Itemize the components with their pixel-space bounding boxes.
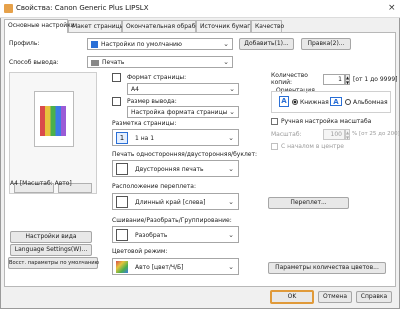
view-settings-button[interactable]: Настройки вида	[10, 231, 92, 243]
paper-icon	[112, 73, 121, 82]
stapling-select[interactable]: Разобрать ⌄	[112, 226, 239, 243]
portrait-icon: A	[279, 96, 289, 107]
chevron-down-icon: ⌄	[229, 85, 235, 93]
copies-spinner[interactable]: ▲ ▼	[345, 74, 350, 85]
paper-format-value: A4	[131, 86, 139, 93]
preview-caption: A4 [Масштаб: Авто]	[10, 180, 72, 187]
close-icon[interactable]: ×	[388, 3, 396, 13]
manual-scaling-label: Ручная настройка масштаба	[281, 118, 372, 125]
help-button[interactable]: Справка	[356, 291, 392, 303]
chevron-down-icon: ⌄	[223, 40, 229, 48]
color-mode-value: Авто [цвет/Ч/Б]	[135, 264, 184, 271]
profile-add-button[interactable]: Добавить(1)...	[239, 38, 294, 50]
page-preview	[9, 72, 97, 194]
window-title: Свойства: Canon Generic Plus LIPSLX	[16, 4, 149, 12]
scale-label: Масштаб:	[271, 131, 302, 138]
profile-icon	[91, 41, 98, 48]
binding-select[interactable]: Длинный край [слева] ⌄	[112, 193, 239, 210]
printer-icon	[4, 4, 13, 13]
printer-small-icon	[91, 59, 99, 66]
output-size-label: Размер вывода:	[127, 98, 177, 105]
restore-defaults-button[interactable]: Восст. параметры по умолчанию	[8, 257, 99, 269]
color-count-button[interactable]: Параметры количества цветов...	[268, 262, 386, 274]
scale-range: % [от 25 до 200]	[352, 131, 400, 137]
scale-spinner[interactable]: ▲ ▼	[345, 129, 350, 140]
tab-paper-source[interactable]: Источник бумаги	[196, 20, 254, 32]
output-size-icon	[112, 97, 121, 106]
paper-format-label: Формат страницы:	[127, 74, 187, 81]
binding-label: Расположение переплета:	[112, 183, 196, 190]
output-select[interactable]: Печать ⌄	[87, 56, 233, 68]
chevron-down-icon: ⌄	[223, 58, 229, 66]
output-value: Печать	[102, 59, 125, 66]
layout-value: 1 на 1	[135, 135, 155, 142]
center-label: С началом в центре	[281, 143, 344, 150]
profile-value: Настройки по умолчанию	[101, 41, 182, 48]
landscape-label: Альбомная	[353, 99, 388, 106]
color-mode-select[interactable]: Авто [цвет/Ч/Б] ⌄	[112, 258, 239, 275]
cancel-button[interactable]: Отмена	[318, 291, 352, 303]
ok-button[interactable]: OK	[270, 290, 314, 304]
manual-scaling-checkbox[interactable]	[271, 118, 278, 125]
preview-page	[34, 91, 74, 147]
stapling-label: Сшивание/Разобрать/Группирование:	[112, 217, 232, 224]
copies-range: [от 1 до 9999]	[353, 76, 398, 83]
portrait-radio[interactable]	[292, 99, 298, 105]
duplex-select[interactable]: Двусторонняя печать ⌄	[112, 160, 239, 177]
tab-basic[interactable]: Основные настройки	[4, 19, 75, 33]
paper-format-select[interactable]: A4 ⌄	[127, 83, 239, 95]
color-mode-label: Цветовой режим:	[112, 248, 168, 255]
output-size-value: Настройка формата страницы	[131, 109, 228, 116]
binding-button[interactable]: Переплет...	[268, 197, 349, 209]
collate-icon	[116, 229, 128, 241]
title-bar: Свойства: Canon Generic Plus LIPSLX ×	[0, 0, 400, 18]
profile-label: Профиль:	[9, 40, 40, 47]
chevron-down-icon: ⌄	[228, 263, 234, 271]
chevron-down-icon: ⌄	[228, 198, 234, 206]
landscape-radio[interactable]	[345, 99, 351, 105]
duplex-label: Печать односторонняя/двусторонняя/буклет…	[112, 151, 257, 158]
landscape-icon: A	[330, 97, 342, 106]
center-checkbox[interactable]	[271, 143, 278, 150]
duplex-value: Двусторонняя печать	[135, 166, 204, 173]
tab-quality[interactable]: Качество	[251, 20, 284, 32]
profile-select[interactable]: Настройки по умолчанию ⌄	[87, 38, 233, 50]
binding-icon	[116, 196, 128, 208]
preview-graphic	[40, 106, 66, 136]
output-size-select[interactable]: Настройка формата страницы ⌄	[127, 106, 239, 118]
chevron-down-icon: ⌄	[229, 108, 235, 116]
tab-layout[interactable]: Макет страницы	[68, 20, 125, 32]
one-up-icon: 1	[116, 132, 128, 144]
color-icon	[116, 261, 128, 273]
portrait-label: Книжная	[300, 99, 329, 106]
chevron-down-icon: ⌄	[228, 165, 234, 173]
duplex-icon	[116, 163, 128, 175]
copies-input[interactable]: 1	[323, 74, 345, 85]
scale-input[interactable]: 100	[323, 129, 345, 140]
stapling-value: Разобрать	[135, 232, 168, 239]
tab-finishing[interactable]: Окончательная обработка	[122, 20, 210, 32]
profile-edit-button[interactable]: Правка(2)...	[301, 38, 351, 50]
chevron-down-icon: ⌄	[228, 134, 234, 142]
layout-select[interactable]: 1 1 на 1 ⌄	[112, 129, 239, 146]
output-label: Способ вывода:	[9, 59, 59, 66]
chevron-down-icon: ⌄	[228, 231, 234, 239]
layout-label: Разметка страницы:	[112, 120, 177, 127]
binding-value: Длинный край [слева]	[135, 199, 206, 206]
copies-label: Количество копий:	[271, 72, 308, 86]
language-settings-button[interactable]: Language Settings(W)...	[10, 244, 92, 256]
